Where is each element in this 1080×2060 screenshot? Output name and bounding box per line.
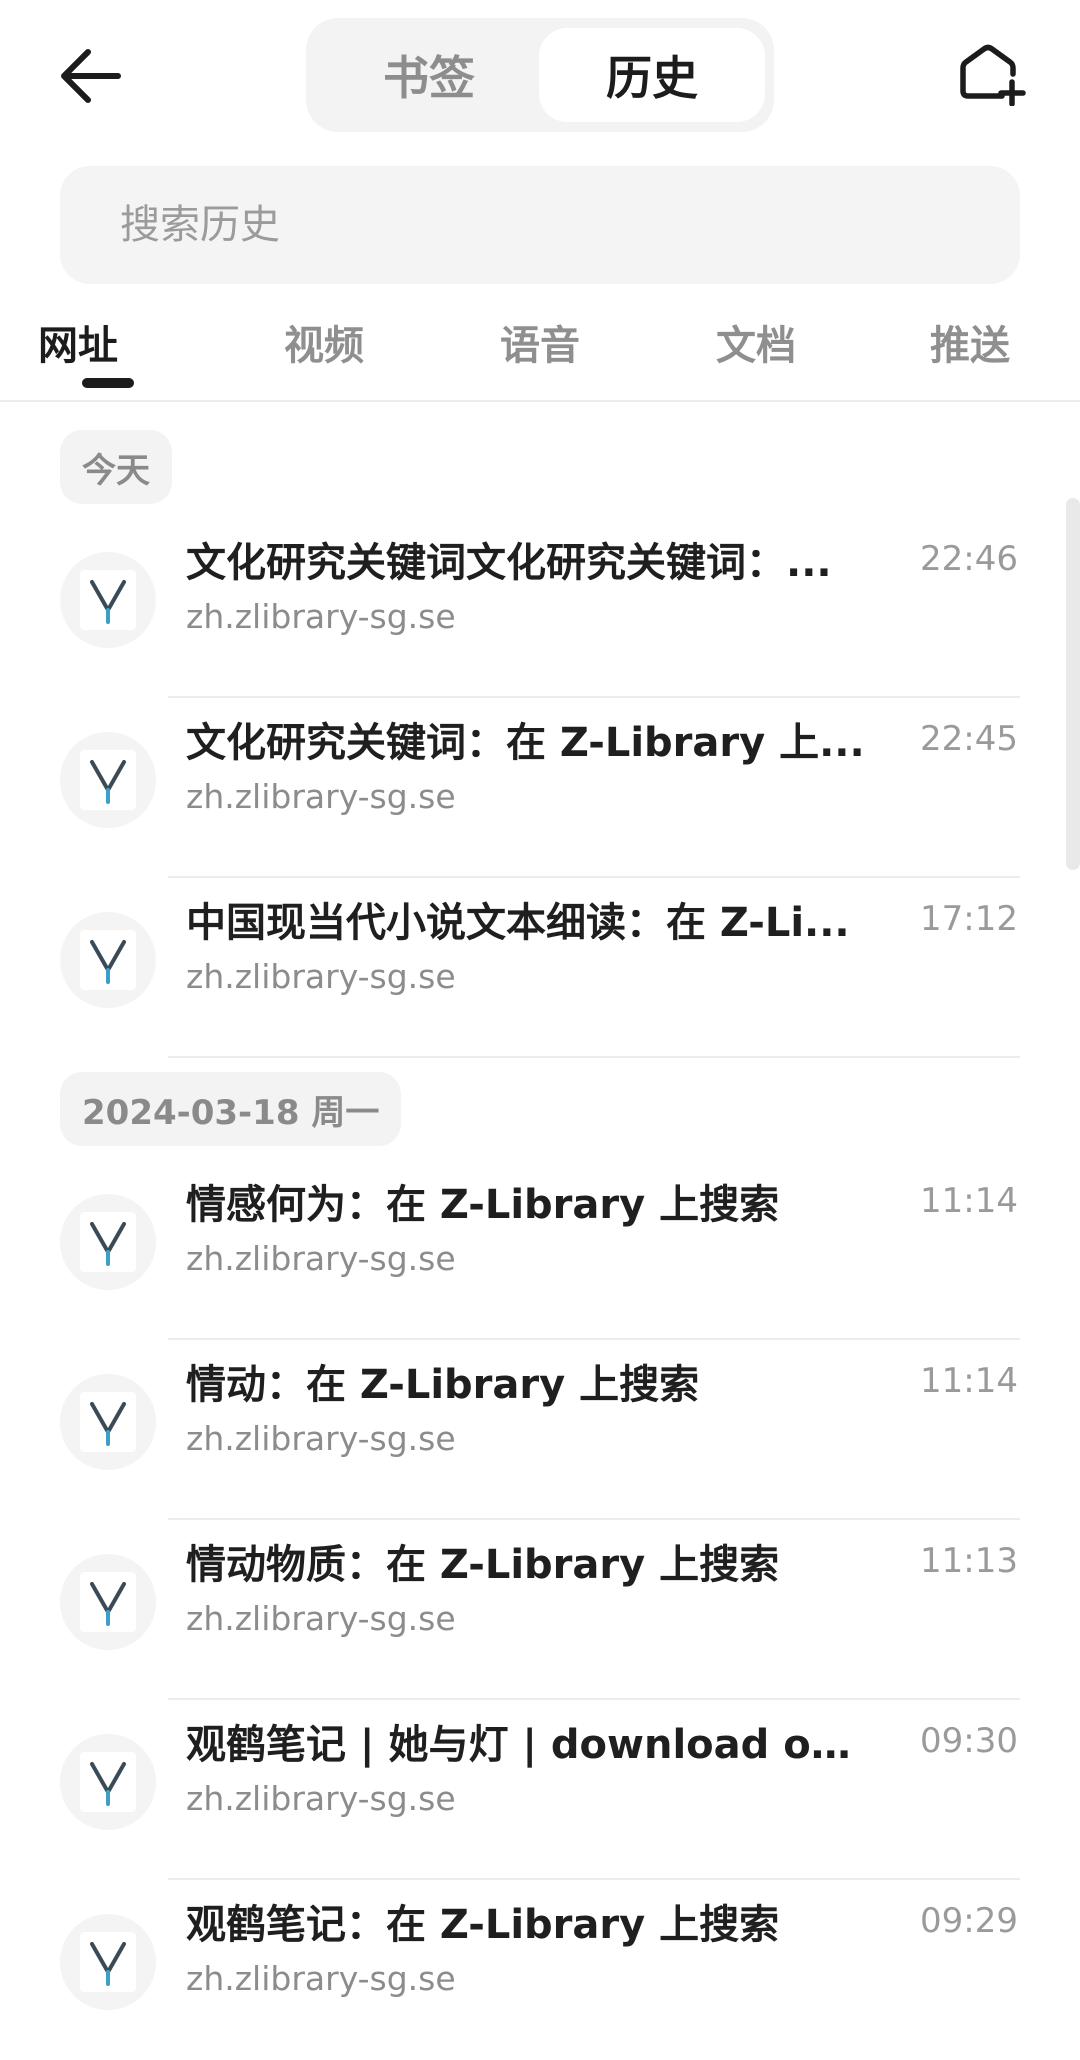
- history-item[interactable]: 中国现当代小说文本细读：在 Z-Li... zh.zlibrary-sg.se …: [0, 878, 1080, 1058]
- home-plus-icon: [960, 44, 1026, 107]
- history-url: zh.zlibrary-sg.se: [186, 1599, 456, 1638]
- history-url: zh.zlibrary-sg.se: [186, 1959, 456, 1998]
- add-to-home-button[interactable]: [958, 44, 1028, 107]
- tab-bookmarks[interactable]: 书签: [316, 28, 542, 122]
- history-url: zh.zlibrary-sg.se: [186, 957, 456, 996]
- site-favicon-icon: [60, 1194, 156, 1290]
- history-time: 22:45: [920, 719, 1018, 759]
- divider: [168, 1056, 1020, 1058]
- history-title: 情感何为：在 Z-Library 上搜索: [186, 1182, 780, 1228]
- history-time: 17:12: [920, 899, 1018, 939]
- category-tabs: 网址 视频 语音 文档 推送: [0, 300, 1080, 402]
- site-favicon-icon: [60, 1374, 156, 1470]
- top-bar: 书签 历史: [0, 0, 1080, 150]
- arrow-left-icon: [61, 49, 121, 103]
- search-bar: [60, 166, 1020, 284]
- history-title: 观鹤笔记：在 Z-Library 上搜索: [186, 1902, 780, 1948]
- site-favicon-icon: [60, 1914, 156, 2010]
- bookmark-history-switch: 书签 历史: [306, 18, 774, 132]
- history-item[interactable]: 情动物质：在 Z-Library 上搜索 zh.zlibrary-sg.se 1…: [0, 1520, 1080, 1700]
- history-time: 22:46: [920, 539, 1018, 579]
- tab-urls[interactable]: 网址: [38, 316, 178, 376]
- history-url: zh.zlibrary-sg.se: [186, 777, 456, 816]
- tab-push[interactable]: 推送: [900, 316, 1040, 376]
- history-title: 文化研究关键词：在 Z-Library 上...: [186, 720, 865, 766]
- history-title: 情动物质：在 Z-Library 上搜索: [186, 1542, 780, 1588]
- history-item[interactable]: 文化研究关键词：在 Z-Library 上... zh.zlibrary-sg.…: [0, 698, 1080, 878]
- history-item[interactable]: 文化研究关键词文化研究关键词：... zh.zlibrary-sg.se 22:…: [0, 518, 1080, 698]
- back-button[interactable]: [58, 46, 124, 106]
- date-header: 今天: [60, 430, 172, 504]
- history-title: 情动：在 Z-Library 上搜索: [186, 1362, 700, 1408]
- site-favicon-icon: [60, 1734, 156, 1830]
- history-title: 文化研究关键词文化研究关键词：...: [186, 540, 832, 586]
- search-history-input[interactable]: [60, 166, 1020, 284]
- history-item[interactable]: 情动：在 Z-Library 上搜索 zh.zlibrary-sg.se 11:…: [0, 1340, 1080, 1520]
- tab-history[interactable]: 历史: [539, 28, 765, 122]
- history-time: 11:13: [920, 1541, 1018, 1581]
- date-header: 2024-03-18 周一: [60, 1072, 402, 1146]
- site-favicon-icon: [60, 1554, 156, 1650]
- history-time: 11:14: [920, 1181, 1018, 1221]
- tab-documents[interactable]: 文档: [686, 316, 826, 376]
- history-time: 09:30: [920, 1721, 1018, 1761]
- site-favicon-icon: [60, 552, 156, 648]
- history-url: zh.zlibrary-sg.se: [186, 597, 456, 636]
- active-tab-indicator: [82, 378, 134, 388]
- history-url: zh.zlibrary-sg.se: [186, 1239, 456, 1278]
- history-url: zh.zlibrary-sg.se: [186, 1779, 456, 1818]
- tab-videos[interactable]: 视频: [254, 316, 394, 376]
- history-url: zh.zlibrary-sg.se: [186, 1419, 456, 1458]
- history-time: 11:14: [920, 1361, 1018, 1401]
- history-item[interactable]: 观鹤笔记：在 Z-Library 上搜索 zh.zlibrary-sg.se 0…: [0, 1880, 1080, 2060]
- history-title: 中国现当代小说文本细读：在 Z-Li...: [186, 900, 850, 946]
- history-title: 观鹤笔记 | 她与灯 | download on Z...: [186, 1722, 876, 1768]
- site-favicon-icon: [60, 732, 156, 828]
- history-item[interactable]: 观鹤笔记 | 她与灯 | download on Z... zh.zlibrar…: [0, 1700, 1080, 1880]
- site-favicon-icon: [60, 912, 156, 1008]
- history-item[interactable]: 情感何为：在 Z-Library 上搜索 zh.zlibrary-sg.se 1…: [0, 1160, 1080, 1340]
- tab-audio[interactable]: 语音: [470, 316, 610, 376]
- history-time: 09:29: [920, 1901, 1018, 1941]
